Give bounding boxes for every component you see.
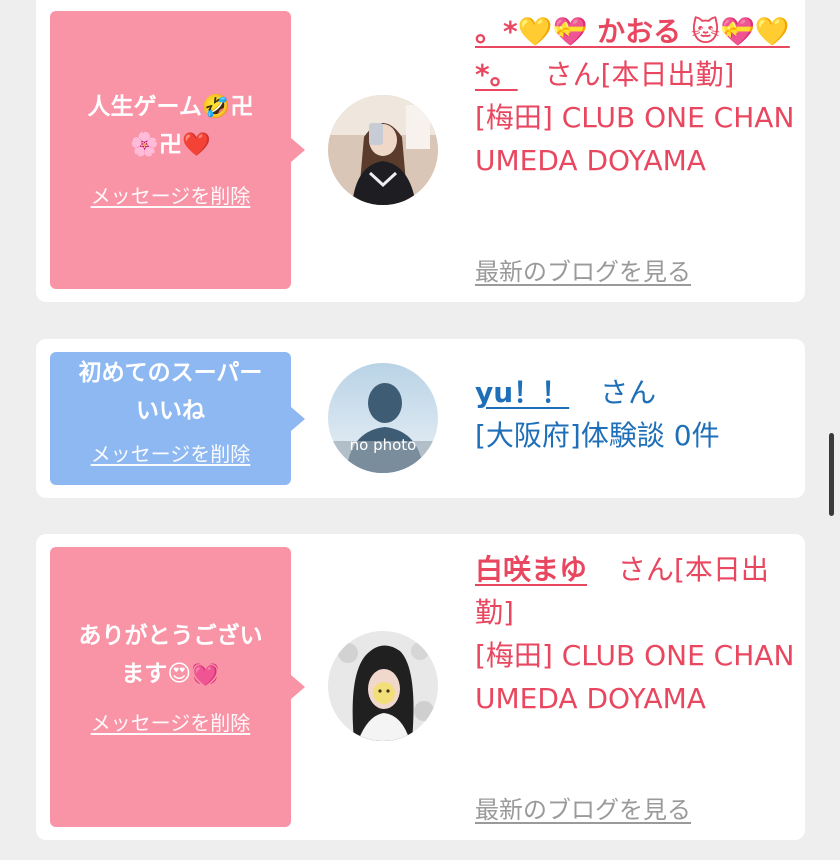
sender-info: 。*💛💝 かおる 🐱💝💛*。 さん[本日出勤] [梅田] CLUB ONE CH…	[475, 10, 795, 182]
avatar[interactable]: no photo	[328, 363, 438, 473]
delete-message-link[interactable]: メッセージを削除	[91, 438, 251, 467]
no-photo-icon	[328, 363, 438, 473]
message-text: ありがとうござい ます😍💓	[78, 623, 263, 687]
user-photo-icon	[328, 631, 438, 741]
location: [大阪府]体験談 0件	[475, 419, 720, 452]
honorific: さん	[617, 553, 674, 586]
no-photo-label: no photo	[349, 436, 417, 454]
latest-blog-link[interactable]: 最新のブログを見る	[475, 790, 691, 825]
avatar[interactable]	[328, 631, 438, 741]
sender-info: yu！！ さん [大阪府]体験談 0件	[475, 371, 795, 457]
honorific: さん	[544, 58, 601, 91]
sender-name-link[interactable]: yu！！	[475, 376, 569, 409]
scrollbar[interactable]	[829, 433, 834, 516]
message-text: 初めてのスーパー いいね	[78, 360, 263, 424]
message-card: 人生ゲーム🤣卍 🌸卍❤️ メッセージを削除 。*💛💝 かおる 🐱💝💛*。 さん[…	[36, 0, 805, 302]
sender-name-link[interactable]: 白咲まゆ	[475, 553, 587, 586]
message-bubble: 人生ゲーム🤣卍 🌸卍❤️ メッセージを削除	[50, 11, 305, 289]
message-text: 人生ゲーム🤣卍 🌸卍❤️	[87, 94, 254, 158]
message-bubble: 初めてのスーパー いいね メッセージを削除	[50, 352, 305, 485]
honorific: さん	[600, 376, 657, 409]
message-bubble: ありがとうござい ます😍💓 メッセージを削除	[50, 547, 305, 827]
message-card: 初めてのスーパー いいね メッセージを削除 no photo yu！！ さん […	[36, 339, 805, 498]
message-card: ありがとうござい ます😍💓 メッセージを削除 白咲まゆ さん[本日出勤] [梅田…	[36, 534, 805, 840]
shop-location: [梅田] CLUB ONE CHAN UMEDA DOYAMA	[475, 639, 795, 715]
user-photo-icon	[328, 95, 438, 205]
avatar[interactable]	[328, 95, 438, 205]
shop-location: [梅田] CLUB ONE CHAN UMEDA DOYAMA	[475, 101, 795, 177]
latest-blog-link[interactable]: 最新のブログを見る	[475, 252, 691, 287]
work-status: [本日出勤]	[600, 58, 735, 91]
sender-info: 白咲まゆ さん[本日出勤] [梅田] CLUB ONE CHAN UMEDA D…	[475, 548, 795, 720]
delete-message-link[interactable]: メッセージを削除	[91, 180, 251, 209]
delete-message-link[interactable]: メッセージを削除	[91, 707, 251, 736]
